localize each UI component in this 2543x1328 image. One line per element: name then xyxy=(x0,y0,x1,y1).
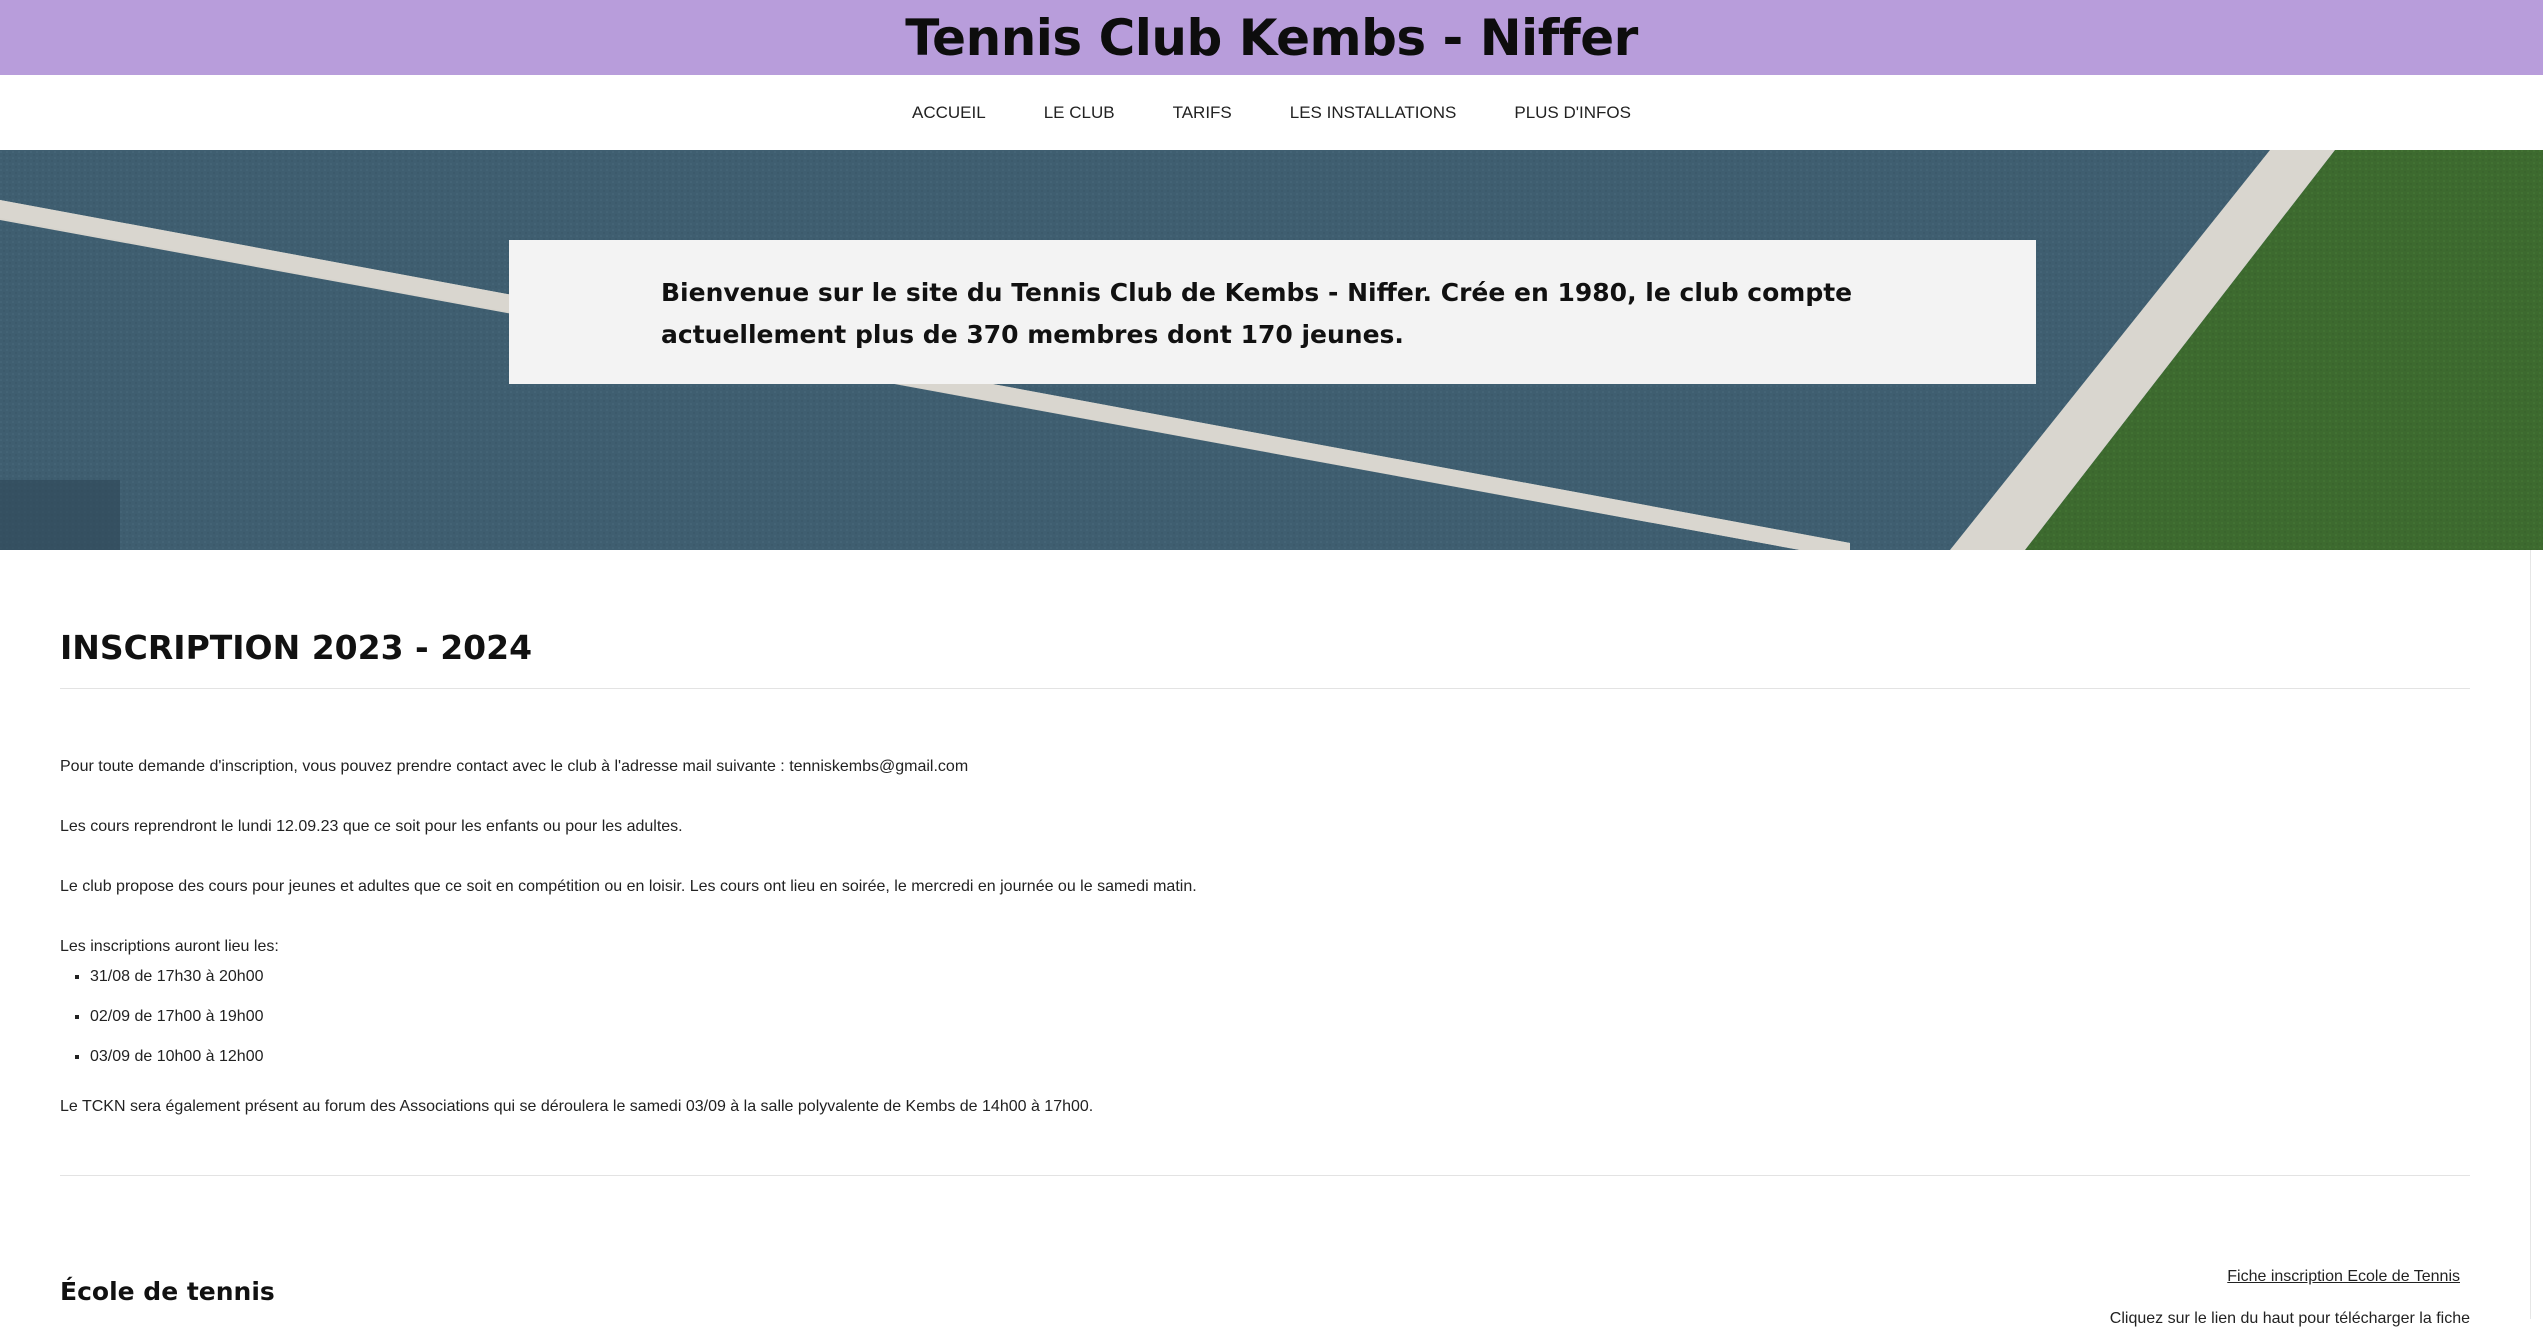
site-title[interactable]: Tennis Club Kembs - Niffer xyxy=(905,9,1638,67)
nav-item-tarifs[interactable]: TARIFS xyxy=(1173,103,1232,123)
section-divider-2 xyxy=(60,1175,2470,1176)
ecole-heading: École de tennis xyxy=(60,1277,275,1306)
main-nav: ACCUEIL LE CLUB TARIFS LES INSTALLATIONS… xyxy=(0,75,2543,150)
nav-item-accueil[interactable]: ACCUEIL xyxy=(912,103,986,123)
nav-item-plus-infos[interactable]: PLUS D'INFOS xyxy=(1514,103,1631,123)
forum-paragraph: Le TCKN sera également présent au forum … xyxy=(60,1098,1094,1115)
shadow-area xyxy=(0,480,120,550)
courses-paragraph: Les cours reprendront le lundi 12.09.23 … xyxy=(60,818,683,835)
welcome-box: Bienvenue sur le site du Tennis Club de … xyxy=(509,240,2036,384)
page-title: INSCRIPTION 2023 - 2024 xyxy=(60,628,533,667)
registration-dates-list: 31/08 de 17h30 à 20h00 02/09 de 17h00 à … xyxy=(60,967,2470,1067)
contact-paragraph: Pour toute demande d'inscription, vous p… xyxy=(60,758,969,775)
section-divider xyxy=(60,688,2470,689)
list-item: 31/08 de 17h30 à 20h00 xyxy=(90,967,2470,987)
offer-paragraph: Le club propose des cours pour jeunes et… xyxy=(60,878,1197,895)
welcome-text: Bienvenue sur le site du Tennis Club de … xyxy=(661,278,1853,349)
site-header: Tennis Club Kembs - Niffer xyxy=(0,0,2543,75)
main-content: INSCRIPTION 2023 - 2024 Pour toute deman… xyxy=(60,550,2470,1327)
nav-item-le-club[interactable]: LE CLUB xyxy=(1044,103,1115,123)
list-item: 02/09 de 17h00 à 19h00 xyxy=(90,1007,2470,1027)
fiche-note: Cliquez sur le lien du haut pour télécha… xyxy=(2109,1310,2470,1327)
fiche-inscription-link[interactable]: Fiche inscription Ecole de Tennis xyxy=(2227,1268,2460,1286)
hero-banner: Bienvenue sur le site du Tennis Club de … xyxy=(0,150,2543,550)
scrollbar-track[interactable] xyxy=(2530,550,2531,1319)
list-item: 03/09 de 10h00 à 12h00 xyxy=(90,1047,2470,1067)
nav-item-installations[interactable]: LES INSTALLATIONS xyxy=(1290,103,1457,123)
registration-intro: Les inscriptions auront lieu les: xyxy=(60,938,279,955)
